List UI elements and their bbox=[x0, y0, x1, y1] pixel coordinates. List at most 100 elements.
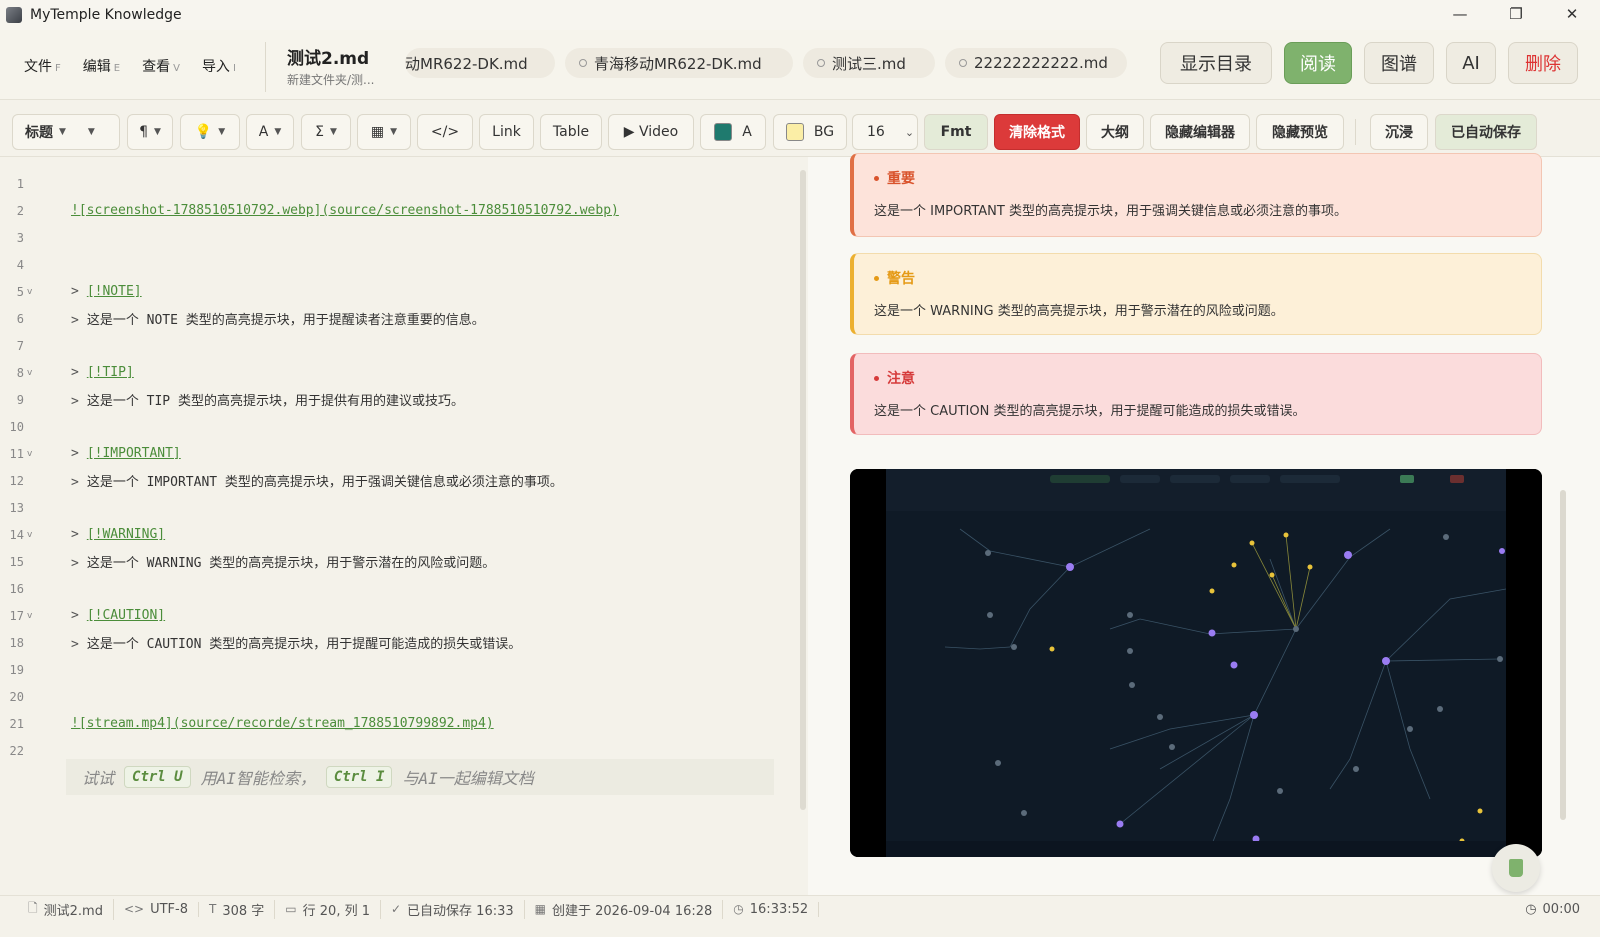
line-number: 20 bbox=[9, 689, 24, 704]
bullet-icon bbox=[874, 275, 879, 281]
tab-file-4[interactable]: 22222222222.md bbox=[945, 48, 1127, 78]
hint-text: 试试 bbox=[82, 769, 115, 788]
line-content: > [!WARNING] bbox=[71, 527, 165, 542]
markdown-link[interactable]: [!CAUTION] bbox=[87, 608, 165, 623]
editor-line[interactable]: 17 v > [!CAUTION] bbox=[0, 602, 797, 629]
font-size-select[interactable]: 16 ⌄ bbox=[852, 114, 918, 150]
embedded-video[interactable] bbox=[850, 469, 1542, 857]
shortcut-ctrl-i: Ctrl I bbox=[325, 766, 393, 788]
markdown-editor[interactable]: 1 2 ![screenshot-1788510510792.webp](sourc… bbox=[0, 157, 797, 909]
markdown-link[interactable]: ![stream.mp4](source/recorde/stream_1788… bbox=[71, 716, 494, 731]
menu-view[interactable]: 查看 V bbox=[136, 52, 186, 80]
markdown-link[interactable]: ![screenshot-1788510510792.webp](source/… bbox=[71, 203, 619, 218]
callout-button[interactable]: 💡 ▼ bbox=[180, 114, 240, 150]
maximize-button[interactable]: ❐ bbox=[1488, 0, 1544, 28]
editor-scrollbar[interactable] bbox=[800, 170, 806, 810]
caret-down-icon: ▼ bbox=[329, 127, 337, 137]
editor-line[interactable]: 1 bbox=[0, 170, 797, 197]
editor-line[interactable]: 18 > 这是一个 CAUTION 类型的高亮提示块，用于提醒可能造成的损失或错误。 bbox=[0, 629, 797, 656]
coffee-cup-button[interactable] bbox=[1492, 844, 1540, 892]
line-content: > 这是一个 IMPORTANT 类型的高亮提示块，用于强调关键信息或必须注意的事… bbox=[71, 471, 563, 490]
fold-chevron-icon[interactable]: v bbox=[24, 287, 38, 297]
caret-down-icon: ▼ bbox=[59, 127, 66, 137]
text-color-button[interactable]: A bbox=[700, 114, 766, 150]
line-number: 1 bbox=[16, 176, 24, 191]
editor-line[interactable]: 8 v > [!TIP] bbox=[0, 359, 797, 386]
menu-edit[interactable]: 编辑 E bbox=[77, 52, 126, 80]
editor-line[interactable]: 11 v > [!IMPORTANT] bbox=[0, 440, 797, 467]
text-icon: T bbox=[209, 902, 217, 916]
link-button[interactable]: Link bbox=[479, 114, 534, 150]
editor-line[interactable]: 5 v > [!NOTE] bbox=[0, 278, 797, 305]
markdown-link[interactable]: [!TIP] bbox=[87, 365, 134, 380]
fold-chevron-icon[interactable]: v bbox=[24, 530, 38, 540]
graph-button[interactable]: 图谱 bbox=[1364, 42, 1434, 84]
hide-preview-button[interactable]: 隐藏预览 bbox=[1256, 114, 1344, 150]
clear-format-button[interactable]: 清除格式 bbox=[994, 114, 1080, 150]
caret-down-icon: ▼ bbox=[390, 127, 398, 137]
header: 文件 F 编辑 E 查看 V 导入 I 测试2.md 新建文件夹/测... 动MR622… bbox=[0, 30, 1600, 100]
editor-line[interactable]: 6 > 这是一个 NOTE 类型的高亮提示块，用于提醒读者注意重要的信息。 bbox=[0, 305, 797, 332]
fold-chevron-icon[interactable]: v bbox=[24, 611, 38, 621]
fmt-button[interactable]: Fmt bbox=[924, 114, 988, 150]
minimize-button[interactable]: — bbox=[1432, 0, 1488, 28]
markdown-link[interactable]: [!IMPORTANT] bbox=[87, 446, 181, 461]
editor-line[interactable]: 9 > 这是一个 TIP 类型的高亮提示块，用于提供有用的建议或技巧。 bbox=[0, 386, 797, 413]
outline-button[interactable]: 大纲 bbox=[1086, 114, 1144, 150]
delete-button[interactable]: 删除 bbox=[1508, 42, 1578, 84]
show-toc-button[interactable]: 显示目录 bbox=[1160, 42, 1272, 84]
status-saved: ✓ 已自动保存 16:33 bbox=[381, 899, 525, 919]
fold-chevron-icon[interactable]: v bbox=[24, 449, 38, 459]
editor-line[interactable]: 20 bbox=[0, 683, 797, 710]
immersive-button[interactable]: 沉浸 bbox=[1370, 114, 1428, 150]
editor-line[interactable]: 7 bbox=[0, 332, 797, 359]
status-char-count: T 308 字 bbox=[199, 899, 276, 919]
editor-line[interactable]: 15 > 这是一个 WARNING 类型的高亮提示块，用于警示潜在的风险或问题。 bbox=[0, 548, 797, 575]
bg-color-button[interactable]: BG bbox=[773, 114, 847, 150]
font-button[interactable]: A ▼ bbox=[246, 114, 294, 150]
line-number: 4 bbox=[16, 257, 24, 272]
status-timer[interactable]: ◷ 00:00 bbox=[1525, 896, 1580, 923]
status-created: ▦ 创建于 2026-09-04 16:28 bbox=[525, 899, 724, 919]
editor-line[interactable]: 14 v > [!WARNING] bbox=[0, 521, 797, 548]
tab-file-1[interactable]: 动MR622-DK.md bbox=[405, 48, 555, 78]
video-button[interactable]: ▶ Video bbox=[608, 114, 694, 150]
status-bar: 🗋 测试2.md <> UTF-8 T 308 字 ▭ 行 20, 列 1 ✓ 已自动保存… bbox=[0, 895, 1600, 922]
editor-line[interactable]: 3 bbox=[0, 224, 797, 251]
code-button[interactable]: </> bbox=[417, 114, 473, 150]
table-button[interactable]: Table bbox=[540, 114, 602, 150]
table-menu-button[interactable]: ▦ ▼ bbox=[357, 114, 411, 150]
editor-line[interactable]: 2 ![screenshot-1788510510792.webp](source… bbox=[0, 197, 797, 224]
menu-file[interactable]: 文件 F bbox=[18, 52, 67, 80]
menu-import[interactable]: 导入 I bbox=[196, 52, 242, 80]
divider bbox=[1355, 119, 1356, 145]
heading-select[interactable]: 标题 ▼ ▼ bbox=[12, 114, 120, 150]
markdown-link[interactable]: [!NOTE] bbox=[87, 284, 142, 299]
line-number: 8 bbox=[16, 365, 24, 380]
line-text: 这是一个 IMPORTANT 类型的高亮提示块，用于强调关键信息或必须注意的事项… bbox=[86, 475, 563, 490]
editor-line[interactable]: 19 bbox=[0, 656, 797, 683]
formula-button[interactable]: Σ ▼ bbox=[301, 114, 351, 150]
editor-line[interactable]: 10 bbox=[0, 413, 797, 440]
editor-line[interactable]: 4 bbox=[0, 251, 797, 278]
current-document: 测试2.md 新建文件夹/测... bbox=[287, 44, 375, 88]
editor-line[interactable]: 13 bbox=[0, 494, 797, 521]
hide-editor-button[interactable]: 隐藏编辑器 bbox=[1150, 114, 1250, 150]
tab-file-2[interactable]: 青海移动MR622-DK.md bbox=[565, 48, 793, 78]
preview-scrollbar[interactable] bbox=[1560, 490, 1566, 820]
paragraph-button[interactable]: ¶ ▼ bbox=[127, 114, 173, 150]
markdown-link[interactable]: [!WARNING] bbox=[87, 527, 165, 542]
file-tabs: 动MR622-DK.md 青海移动MR622-DK.md 测试三.md 2222… bbox=[405, 48, 1127, 78]
read-button[interactable]: 阅读 bbox=[1284, 42, 1352, 84]
line-number: 21 bbox=[9, 716, 24, 731]
editor-line[interactable]: 21 ![stream.mp4](source/recorde/stream_17… bbox=[0, 710, 797, 737]
ai-button[interactable]: AI bbox=[1446, 42, 1496, 84]
line-content: > [!CAUTION] bbox=[71, 608, 165, 623]
close-button[interactable]: ✕ bbox=[1544, 0, 1600, 28]
editor-line[interactable]: 12 > 这是一个 IMPORTANT 类型的高亮提示块，用于强调关键信息或必须注意… bbox=[0, 467, 797, 494]
fold-chevron-icon[interactable]: v bbox=[24, 368, 38, 378]
tab-dot-icon bbox=[959, 59, 967, 67]
autosave-button[interactable]: 已自动保存 bbox=[1435, 114, 1537, 150]
editor-line[interactable]: 16 bbox=[0, 575, 797, 602]
tab-file-3[interactable]: 测试三.md bbox=[803, 48, 935, 78]
